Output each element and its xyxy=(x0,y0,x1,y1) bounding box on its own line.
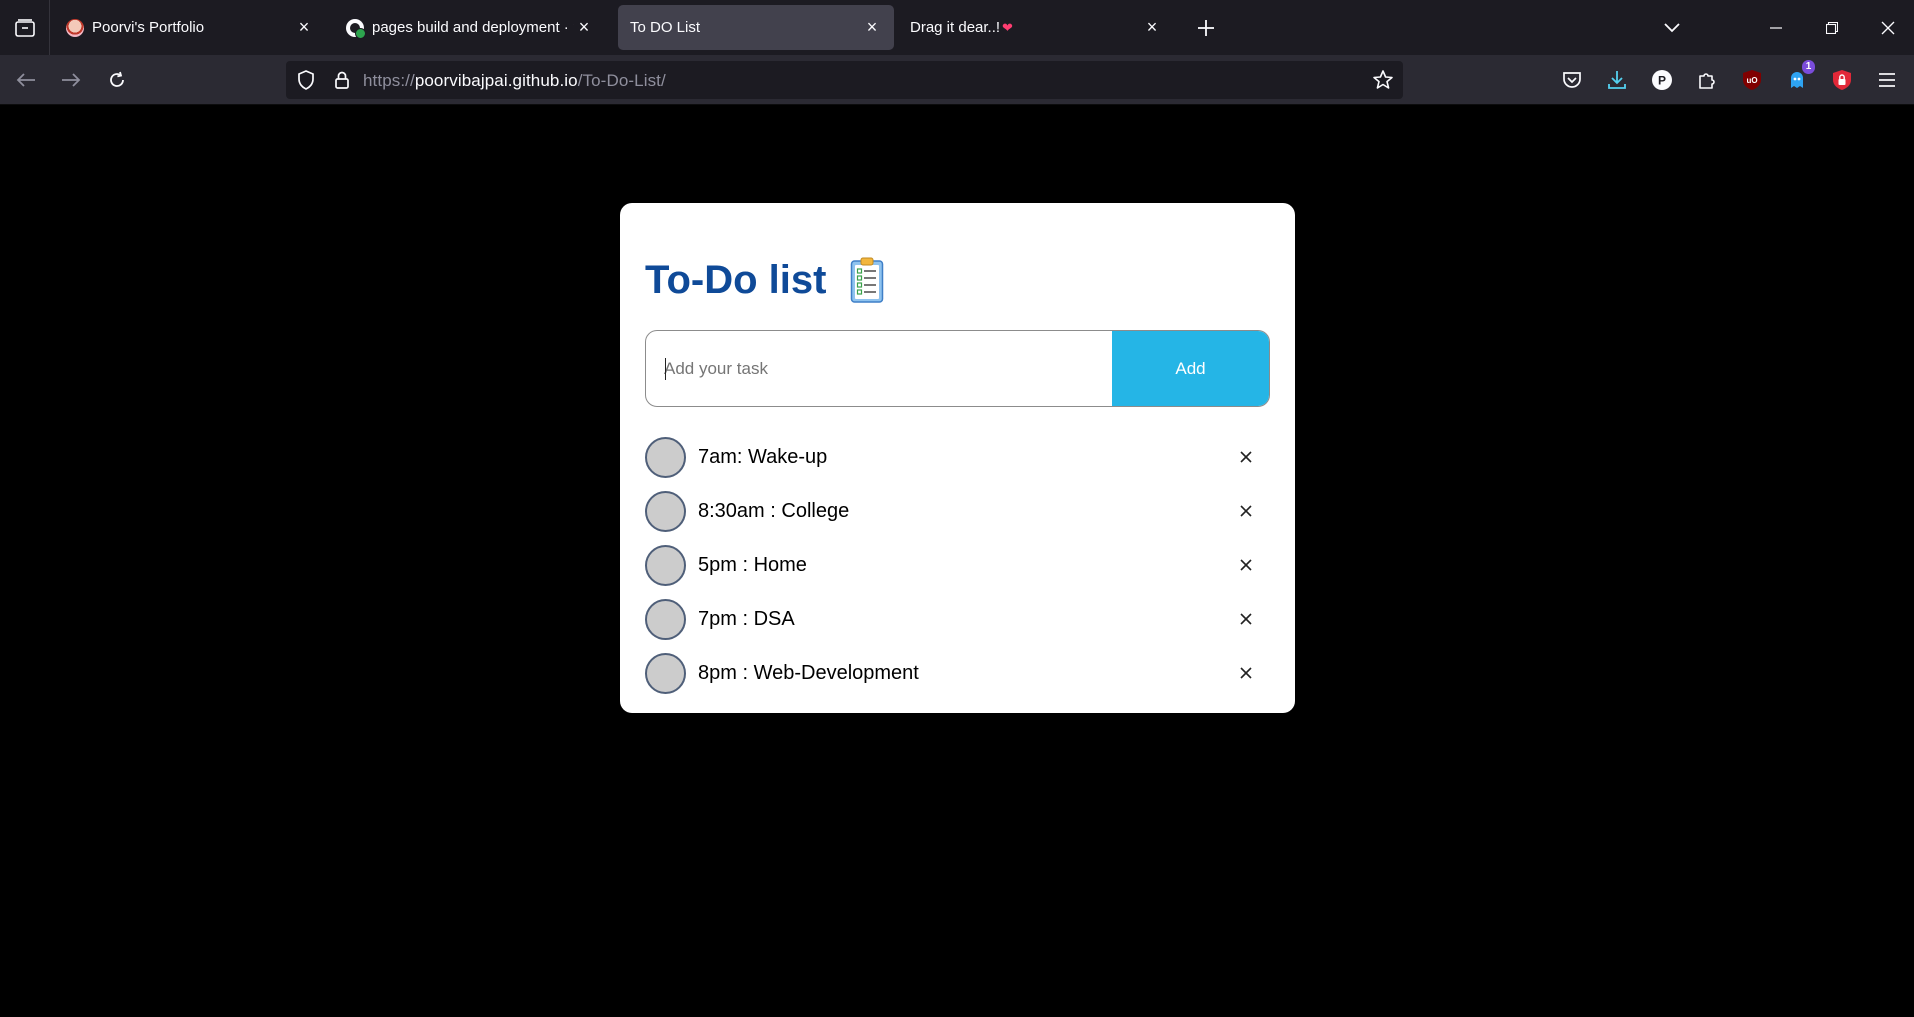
task-list: 7am: Wake-up 8:30am : College 5pm : Home… xyxy=(645,430,1270,700)
task-checkbox[interactable] xyxy=(645,598,686,640)
url-text[interactable]: https://poorvibajpai.github.io/To-Do-Lis… xyxy=(363,71,666,91)
reload-button[interactable] xyxy=(101,64,133,96)
svg-text:uO: uO xyxy=(1746,76,1757,85)
forward-button[interactable] xyxy=(55,64,87,96)
text-caret xyxy=(665,358,666,380)
profile-p-icon[interactable]: P xyxy=(1646,64,1678,96)
delete-task-icon[interactable] xyxy=(1234,607,1258,631)
delete-task-icon[interactable] xyxy=(1234,661,1258,685)
bookmark-star-icon[interactable] xyxy=(1371,68,1395,97)
extension-badge-count: 1 xyxy=(1802,60,1815,74)
task-text[interactable]: 8pm : Web-Development xyxy=(698,662,919,685)
list-item[interactable]: 8pm : Web-Development xyxy=(645,646,1270,700)
list-item[interactable]: 7am: Wake-up xyxy=(645,430,1270,484)
tab-title: To DO List xyxy=(630,19,701,36)
task-text[interactable]: 7am: Wake-up xyxy=(698,446,827,469)
chevron-down-icon xyxy=(1664,22,1680,32)
task-text[interactable]: 8:30am : College xyxy=(698,500,849,523)
arrow-left-icon xyxy=(16,73,35,87)
portfolio-avatar-icon xyxy=(66,18,84,37)
task-checkbox[interactable] xyxy=(645,490,686,532)
list-item[interactable]: 5pm : Home xyxy=(645,538,1270,592)
delete-task-icon[interactable] xyxy=(1234,499,1258,523)
lock-extension-icon[interactable] xyxy=(1826,64,1858,96)
close-tab-icon[interactable]: × xyxy=(862,17,882,38)
firefox-view-button[interactable] xyxy=(0,0,50,55)
list-item[interactable]: 7pm : DSA xyxy=(645,592,1270,646)
delete-task-icon[interactable] xyxy=(1234,553,1258,577)
heart-icon: ❤ xyxy=(1002,20,1013,35)
firefox-view-icon xyxy=(14,18,35,37)
close-tab-icon[interactable]: × xyxy=(1142,17,1162,38)
menu-icon[interactable] xyxy=(1871,64,1903,96)
task-checkbox[interactable] xyxy=(645,652,686,694)
extension-badge-icon[interactable]: 1 xyxy=(1781,60,1815,96)
close-tab-icon[interactable]: × xyxy=(294,17,314,38)
reload-icon xyxy=(110,71,124,87)
new-tab-button[interactable] xyxy=(1190,12,1222,44)
task-text[interactable]: 7pm : DSA xyxy=(698,608,795,631)
url-bar[interactable]: https://poorvibajpai.github.io/To-Do-Lis… xyxy=(286,61,1403,99)
restore-icon xyxy=(1826,21,1838,34)
plus-icon xyxy=(1198,20,1214,36)
tab-strip: Poorvi's Portfolio × pages build and dep… xyxy=(0,0,1914,55)
pocket-icon[interactable] xyxy=(1556,64,1588,96)
tab-title: Poorvi's Portfolio xyxy=(92,19,205,36)
minimize-button[interactable] xyxy=(1748,0,1804,55)
list-all-tabs-button[interactable] xyxy=(1644,0,1700,55)
lock-icon[interactable] xyxy=(330,68,354,97)
github-icon xyxy=(346,18,366,39)
task-input[interactable] xyxy=(646,331,1112,406)
minimize-icon xyxy=(1770,26,1782,29)
tab-drag-it-dear[interactable]: Drag it dear..! ❤ × xyxy=(898,5,1174,50)
svg-text:P: P xyxy=(1658,74,1666,88)
task-checkbox[interactable] xyxy=(645,544,686,586)
delete-task-icon[interactable] xyxy=(1234,445,1258,469)
clipboard-checklist-icon xyxy=(850,257,884,303)
tab-todo-list[interactable]: To DO List × xyxy=(618,5,894,50)
page-title-text: To-Do list xyxy=(645,257,827,302)
tab-title: pages build and deployment · p xyxy=(372,19,574,36)
tab-portfolio[interactable]: Poorvi's Portfolio × xyxy=(54,5,326,50)
arrow-right-icon xyxy=(62,73,81,87)
navigation-toolbar: https://poorvibajpai.github.io/To-Do-Lis… xyxy=(0,55,1914,105)
close-tab-icon[interactable]: × xyxy=(574,17,594,38)
downloads-icon[interactable] xyxy=(1601,64,1633,96)
close-icon xyxy=(1881,21,1895,34)
restore-button[interactable] xyxy=(1804,0,1860,55)
task-checkbox[interactable] xyxy=(645,436,686,478)
tab-title: Drag it dear..! ❤ xyxy=(910,19,1013,36)
todo-app-card: To-Do list Add 7am: Wake-up xyxy=(620,203,1295,713)
page-title: To-Do list xyxy=(645,257,884,303)
task-input-row: Add xyxy=(645,330,1270,407)
add-button[interactable]: Add xyxy=(1112,331,1269,406)
task-text[interactable]: 5pm : Home xyxy=(698,554,807,577)
extensions-puzzle-icon[interactable] xyxy=(1691,64,1723,96)
tab-github-actions[interactable]: pages build and deployment · p × xyxy=(334,5,606,50)
ublock-icon[interactable]: uO xyxy=(1736,64,1768,96)
close-window-button[interactable] xyxy=(1860,0,1914,55)
tracking-protection-shield-icon[interactable] xyxy=(294,68,318,97)
back-button[interactable] xyxy=(10,64,42,96)
list-item[interactable]: 8:30am : College xyxy=(645,484,1270,538)
